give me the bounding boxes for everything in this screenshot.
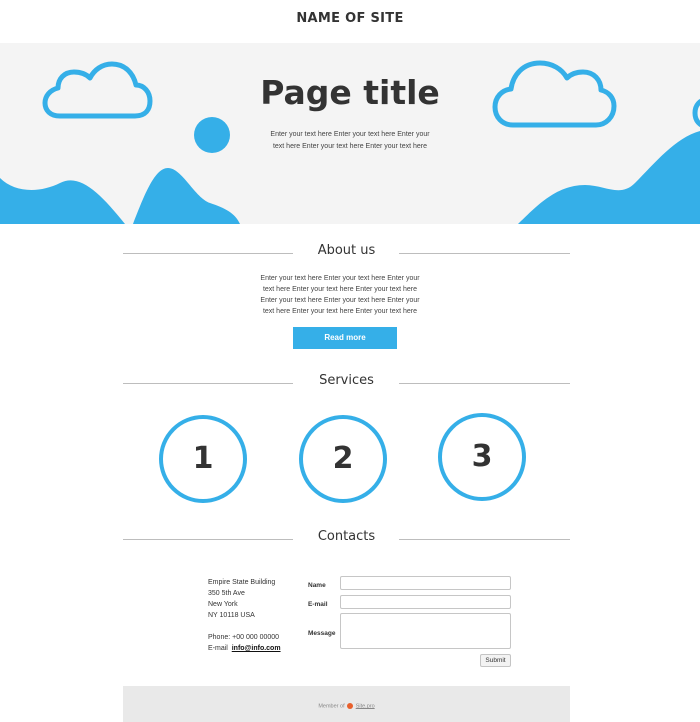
email-link[interactable]: info@info.com bbox=[232, 645, 281, 652]
mountain-icon bbox=[0, 178, 125, 224]
contacts-section-header: Contacts bbox=[123, 529, 570, 549]
address-line: NY 10118 USA bbox=[208, 612, 255, 619]
email-field[interactable] bbox=[340, 595, 511, 609]
footer-link[interactable]: Site.pro bbox=[356, 703, 375, 709]
services-title: Services bbox=[319, 373, 374, 388]
footer-credit: Member of Site.pro bbox=[123, 703, 570, 709]
service-item-2[interactable]: 2 bbox=[299, 415, 387, 503]
site-pro-logo-icon bbox=[347, 703, 354, 709]
sun-icon bbox=[194, 117, 230, 153]
hero-banner: Page title Enter your text here Enter yo… bbox=[0, 43, 700, 224]
about-title: About us bbox=[317, 243, 376, 258]
services-section-header: Services bbox=[123, 373, 570, 393]
footer: Member of Site.pro bbox=[123, 686, 570, 722]
email-row: E-mail info@info.com bbox=[208, 643, 281, 654]
footer-prefix: Member of bbox=[318, 703, 345, 710]
about-text: Enter your text here Enter your text her… bbox=[260, 275, 420, 315]
site-header: NAME OF SITE bbox=[0, 0, 700, 43]
address-line: 350 5th Ave bbox=[208, 590, 245, 597]
service-item-3[interactable]: 3 bbox=[438, 413, 526, 501]
hero-text: Enter your text here Enter your text her… bbox=[270, 131, 430, 150]
contact-address: Empire State Building 350 5th Ave New Yo… bbox=[208, 577, 281, 654]
address-line: New York bbox=[208, 601, 238, 608]
submit-button[interactable]: Submit bbox=[480, 654, 511, 667]
page-title: Page title bbox=[260, 73, 440, 112]
service-item-1[interactable]: 1 bbox=[159, 415, 247, 503]
mountain-icon bbox=[133, 168, 240, 224]
name-field[interactable] bbox=[340, 576, 511, 590]
message-field[interactable] bbox=[340, 613, 511, 649]
name-label: Name bbox=[308, 582, 326, 589]
email-field-label: E-mail bbox=[308, 601, 328, 608]
mountain-icon bbox=[518, 131, 700, 224]
address-line: Empire State Building bbox=[208, 579, 276, 586]
read-more-button[interactable]: Read more bbox=[293, 327, 397, 349]
message-label: Message bbox=[308, 630, 336, 637]
contacts-title: Contacts bbox=[317, 529, 376, 544]
site-name[interactable]: NAME OF SITE bbox=[0, 11, 700, 26]
email-label: E-mail bbox=[208, 645, 228, 652]
phone-text: Phone: +00 000 00000 bbox=[208, 634, 280, 641]
about-section-header: About us bbox=[123, 243, 570, 263]
